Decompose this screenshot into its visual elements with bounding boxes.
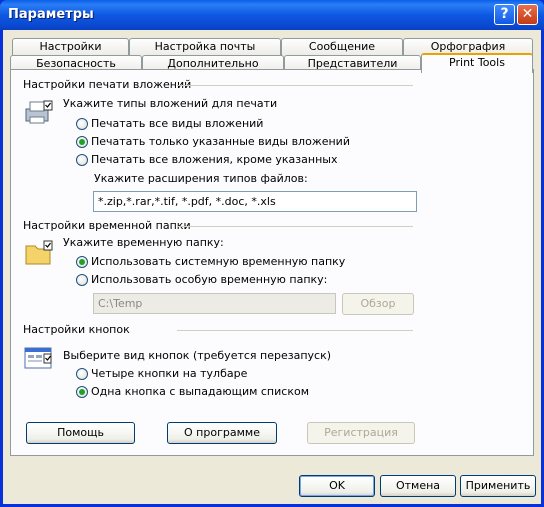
temp-prompt: Укажите временную папку: [63,236,224,249]
ok-button[interactable]: OK [299,475,375,497]
radio-custom-temp[interactable] [76,274,88,286]
buttons-prompt: Выберите вид кнопок (требуется перезапус… [63,349,332,362]
toolbar-icon [24,347,52,369]
print-prompt: Укажите типы вложений для печати [63,97,278,110]
ext-label: Укажите расширения типов файлов: [94,172,308,185]
tab-settings[interactable]: Настройки [12,38,129,56]
temp-section-header: Настройки временной папки [23,219,191,232]
help-icon[interactable]: ? [494,4,515,25]
extensions-input[interactable]: *.zip,*.rar,*.tif, *.pdf, *.doc, *.xls [93,191,417,212]
buttons-section-header: Настройки кнопок [23,323,130,336]
print-section-header: Настройки печати вложений [23,78,192,91]
tab-message[interactable]: Сообщение [281,38,403,56]
radio-print-specified[interactable] [76,136,88,148]
print-option-except-label[interactable]: Печатать все вложения, кроме указанных [91,153,337,166]
buttons-option-dropdown-label[interactable]: Одна кнопка с выпадающим списком [91,385,309,398]
title-bar[interactable]: Параметры ? ✕ [0,0,544,30]
radio-system-temp[interactable] [76,256,88,268]
radio-print-except[interactable] [76,154,88,166]
print-option-all-label[interactable]: Печатать все виды вложений [91,117,263,130]
section-divider [177,226,413,227]
window-title: Параметры [8,7,94,22]
tab-mail-setup[interactable]: Настройка почты [129,38,281,56]
close-icon[interactable]: ✕ [517,4,538,25]
radio-print-all[interactable] [76,118,88,130]
temp-path-input[interactable]: C:\Temp [93,293,336,314]
radio-one-dropdown[interactable] [76,386,88,398]
section-divider [177,330,413,331]
apply-button[interactable]: Применить [460,475,536,497]
folder-icon [25,240,53,265]
help-button[interactable]: Помощь [26,422,135,444]
register-button[interactable]: Регистрация [307,422,415,444]
about-button[interactable]: О программе [167,422,277,444]
tab-print-tools[interactable]: Print Tools [421,53,533,73]
buttons-option-four-label[interactable]: Четыре кнопки на тулбаре [91,367,247,380]
options-dialog: Параметры ? ✕ Настройки Настройка почты … [0,0,544,507]
cancel-button[interactable]: Отмена [380,475,456,497]
dialog-client: Настройки Настройка почты Сообщение Орфо… [3,30,541,504]
print-option-specified-label[interactable]: Печатать только указанные виды вложений [91,135,350,148]
temp-option-system-label[interactable]: Использовать системную временную папку [91,255,345,268]
tab-panel: Настройки печати вложений Укажите типы в… [10,69,534,456]
section-divider [177,85,413,86]
radio-four-buttons[interactable] [76,368,88,380]
temp-option-custom-label[interactable]: Использовать особую временную папку: [91,273,327,286]
browse-button[interactable]: Обзор [342,293,414,315]
printer-icon [25,100,53,124]
